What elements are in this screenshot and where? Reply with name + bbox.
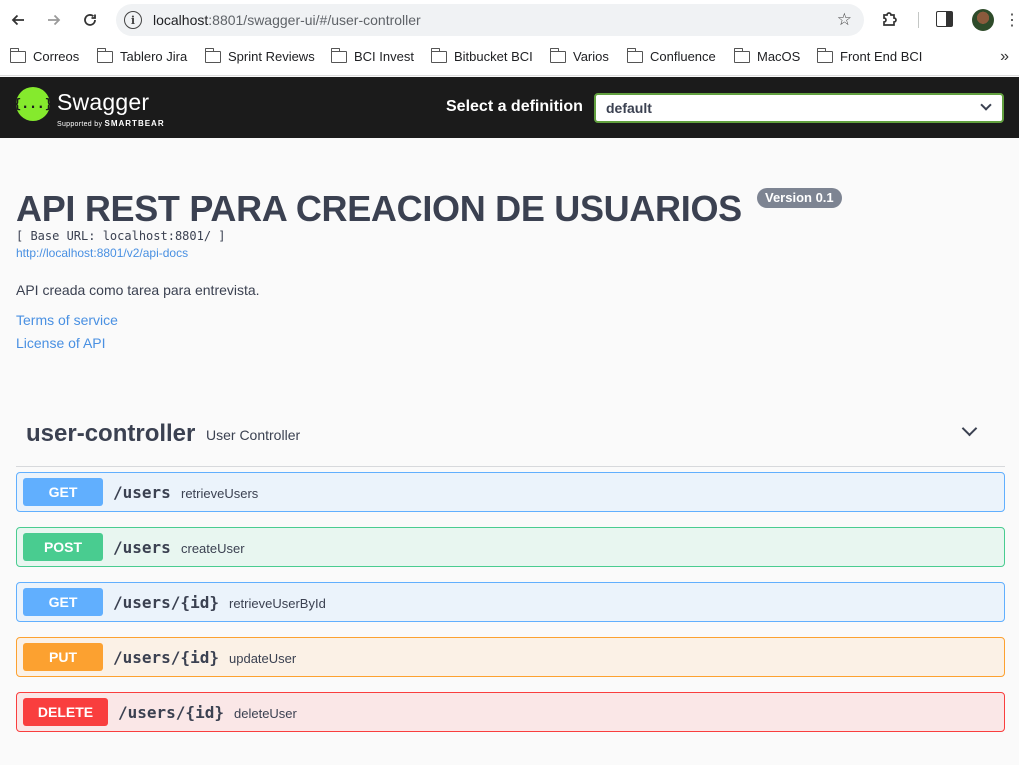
toolbar-separator [918, 12, 919, 28]
operation-put-user[interactable]: PUT /users/{id} updateUser [16, 637, 1005, 677]
swagger-brand: Swagger [57, 89, 150, 115]
bookmark-label: Confluence [650, 49, 716, 64]
operation-summary: retrieveUsers [181, 486, 259, 501]
url-text[interactable]: localhost:8801/swagger-ui/#/user-control… [153, 12, 421, 28]
definition-label: Select a definition [446, 98, 583, 115]
supported-by-text: Supported by [57, 121, 103, 128]
base-url: [ Base URL: localhost:8801/ ] [16, 229, 226, 243]
operation-summary: retrieveUserById [229, 596, 326, 611]
folder-icon [9, 47, 26, 63]
operation-path: /users/{id} [113, 648, 219, 667]
more-bookmarks-icon[interactable]: » [1000, 48, 1009, 66]
bookmark-label: Tablero Jira [120, 49, 188, 64]
method-badge: DELETE [23, 698, 108, 726]
terms-of-service-link[interactable]: Terms of service [16, 312, 118, 328]
reload-icon[interactable] [78, 8, 102, 32]
operation-summary: updateUser [229, 651, 297, 666]
smartbear-text: SMARTBEAR [104, 119, 165, 128]
folder-icon [626, 47, 643, 63]
bookmark-label: BCI Invest [354, 49, 414, 64]
url-path: :8801/swagger-ui/#/user-controller [208, 12, 421, 28]
bookmark-macos[interactable]: MacOS [733, 47, 801, 64]
folder-icon [816, 47, 833, 63]
back-arrow-icon[interactable] [6, 8, 30, 32]
chevron-down-icon [980, 99, 992, 111]
folder-icon [733, 47, 750, 63]
definition-value: default [606, 100, 652, 116]
api-title: API REST PARA CREACION DE USUARIOS [16, 188, 742, 229]
forward-arrow-icon[interactable] [42, 8, 66, 32]
operation-path: /users [113, 538, 171, 557]
bookmark-label: MacOS [757, 49, 801, 64]
tag-name: user-controller [26, 420, 196, 447]
bookmark-bitbucket-bci[interactable]: Bitbucket BCI [430, 47, 533, 64]
folder-icon [549, 47, 566, 63]
bookmarks-bar: Correos Tablero Jira Sprint Reviews BCI … [0, 40, 1019, 76]
bookmark-label: Correos [33, 49, 80, 64]
bookmark-bci-invest[interactable]: BCI Invest [330, 47, 414, 64]
folder-icon [430, 47, 447, 63]
license-link[interactable]: License of API [16, 335, 106, 351]
method-badge: GET [23, 478, 103, 506]
bookmark-sprint-reviews[interactable]: Sprint Reviews [204, 47, 315, 64]
definition-select[interactable]: default [594, 93, 1004, 123]
bookmark-label: Front End BCI [840, 49, 923, 64]
swagger-supported-by: Supported by SMARTBEAR [57, 119, 165, 128]
method-badge: GET [23, 588, 103, 616]
operation-post-users[interactable]: POST /users createUser [16, 527, 1005, 567]
operation-get-user-by-id[interactable]: GET /users/{id} retrieveUserById [16, 582, 1005, 622]
folder-icon [204, 47, 221, 63]
bookmark-confluence[interactable]: Confluence [626, 47, 716, 64]
browser-toolbar: i localhost:8801/swagger-ui/#/user-contr… [0, 0, 1019, 40]
tag-description: User Controller [206, 427, 301, 443]
operation-path: /users [113, 483, 171, 502]
folder-icon [330, 47, 347, 63]
api-docs-link[interactable]: http://localhost:8801/v2/api-docs [16, 246, 188, 260]
operation-path: /users/{id} [118, 703, 224, 722]
method-badge: PUT [23, 643, 103, 671]
bookmark-correos[interactable]: Correos [9, 47, 80, 64]
operation-delete-user[interactable]: DELETE /users/{id} deleteUser [16, 692, 1005, 732]
bookmark-label: Bitbucket BCI [454, 49, 533, 64]
operation-get-users[interactable]: GET /users retrieveUsers [16, 472, 1005, 512]
bookmark-tablero-jira[interactable]: Tablero Jira [96, 47, 188, 64]
version-badge: Version 0.1 [757, 188, 842, 208]
browser-menu-icon[interactable]: ⋮ [1004, 10, 1019, 30]
method-badge: POST [23, 533, 103, 561]
site-info-icon[interactable]: i [124, 11, 142, 29]
bookmark-star-icon[interactable]: ☆ [837, 10, 852, 30]
folder-icon [96, 47, 113, 63]
profile-avatar[interactable] [972, 9, 994, 31]
bookmark-varios[interactable]: Varios [549, 47, 609, 64]
swagger-topbar: {...} Swagger Supported by SMARTBEAR Sel… [0, 77, 1019, 138]
operation-summary: deleteUser [234, 706, 297, 721]
extensions-puzzle-icon[interactable] [880, 9, 902, 31]
address-bar[interactable]: i localhost:8801/swagger-ui/#/user-contr… [116, 4, 864, 36]
swagger-logo-icon[interactable]: {...} [13, 87, 53, 121]
operation-summary: createUser [181, 541, 245, 556]
chevron-down-icon[interactable] [961, 420, 978, 437]
operation-path: /users/{id} [113, 593, 219, 612]
bookmark-label: Varios [573, 49, 609, 64]
bookmark-label: Sprint Reviews [228, 49, 315, 64]
side-panel-icon[interactable] [936, 11, 953, 27]
tag-header-user-controller[interactable]: user-controller User Controller [16, 410, 1005, 467]
api-description: API creada como tarea para entrevista. [16, 282, 260, 298]
url-host: localhost [153, 12, 209, 28]
bookmark-front-end-bci[interactable]: Front End BCI [816, 47, 923, 64]
